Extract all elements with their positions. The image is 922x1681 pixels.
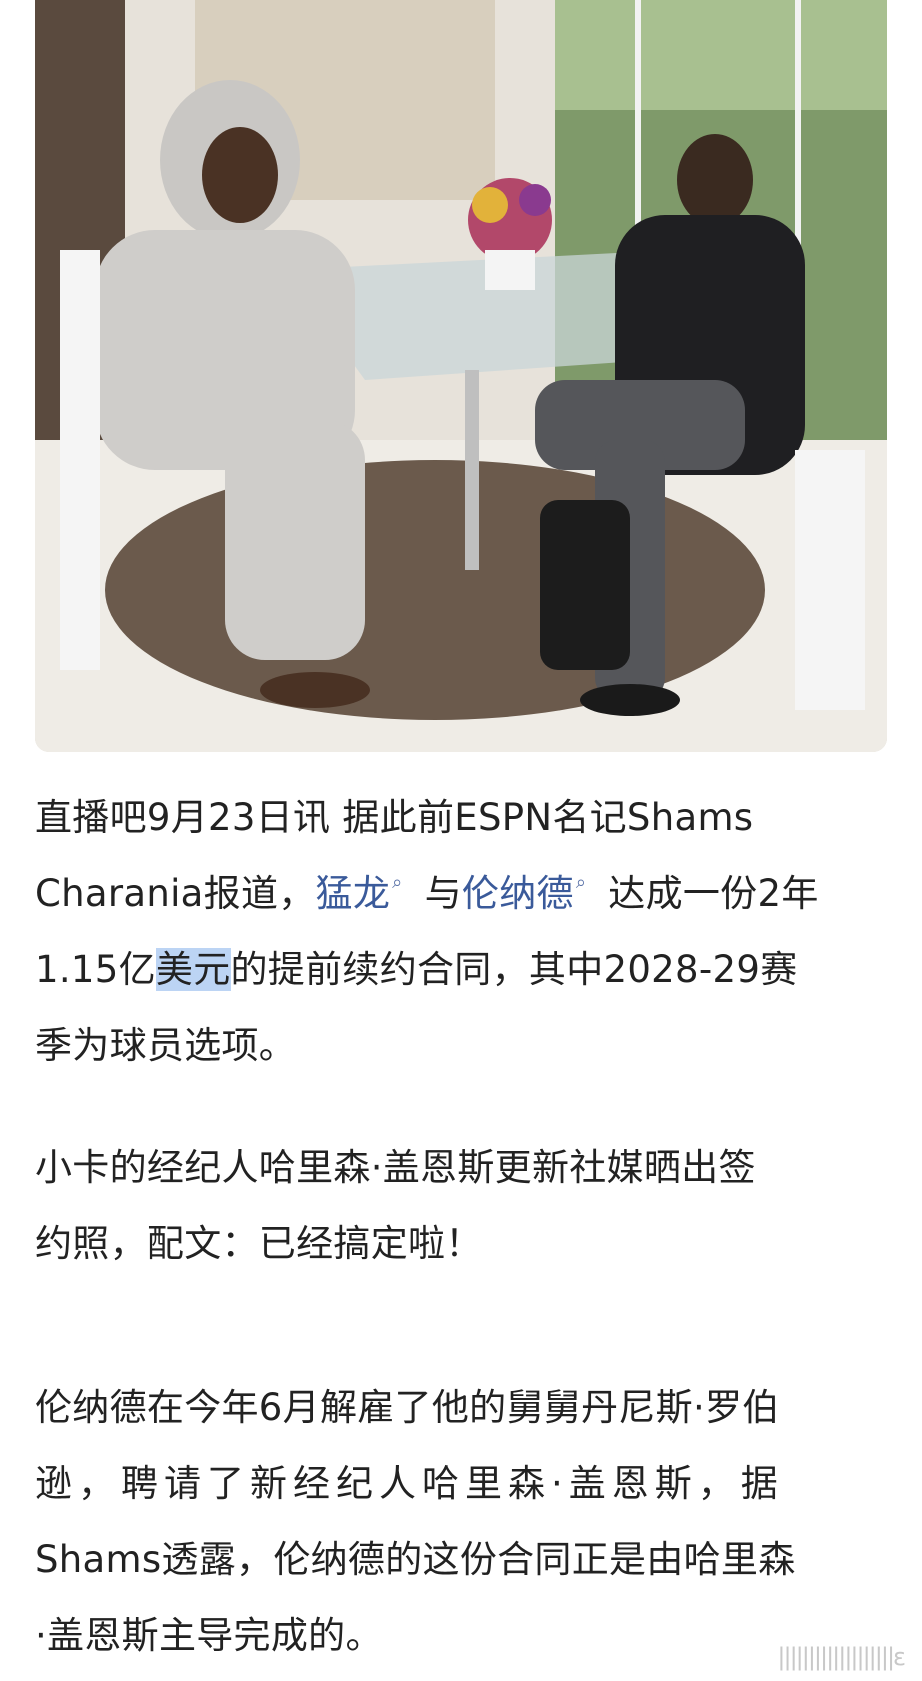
link-leonard[interactable]: 伦纳德 [462, 872, 574, 915]
watermark: |||||||||||||||||||ε [777, 1643, 906, 1671]
photo-right-person-shoe [580, 684, 680, 716]
p2-line2: 约照，配文：已经搞定啦！ [35, 1222, 483, 1265]
photo-left-person-legs [225, 420, 365, 660]
paragraph-3: 伦纳德在今年6月解雇了他的舅舅丹尼斯·罗伯 逊，聘请了新经纪人哈里森·盖恩斯，据… [35, 1370, 895, 1674]
photo-vase [485, 250, 535, 290]
photo-scene [35, 0, 887, 752]
p3-line2: 逊，聘请了新经纪人哈里森·盖恩斯，据 [35, 1462, 784, 1505]
photo-left-person-face [202, 127, 278, 223]
p1-line4: 季为球员选项。 [35, 1024, 297, 1067]
photo-table-leg [465, 370, 479, 570]
p3-line1: 伦纳德在今年6月解雇了他的舅舅丹尼斯·罗伯 [35, 1386, 780, 1429]
p3-line3: Shams透露，伦纳德的这份合同正是由哈里森 [35, 1538, 796, 1581]
paragraph-2: 小卡的经纪人哈里森·盖恩斯更新社媒晒出签 约照，配文：已经搞定啦！ [35, 1130, 895, 1282]
p1-line3-pre: 1.15亿 [35, 948, 156, 991]
p2-line1: 小卡的经纪人哈里森·盖恩斯更新社媒晒出签 [35, 1146, 756, 1189]
link-raptors[interactable]: 猛龙 [316, 872, 391, 915]
article-photo [35, 0, 887, 752]
paragraph-1: 直播吧9月23日讯 据此前ESPN名记Shams Charania报道，猛龙 ⌕ … [35, 780, 895, 1084]
photo-right-person-face [677, 134, 753, 226]
photo-backpack [540, 500, 630, 670]
photo-chair-right [795, 450, 865, 710]
photo-left-person-feet [260, 672, 370, 708]
photo-sunflower [472, 187, 508, 223]
p3-line4: ·盖恩斯主导完成的。 [35, 1614, 383, 1657]
p1-line2-post: 达成一份2年 [596, 872, 819, 915]
photo-flower-purple [519, 184, 551, 216]
p1-line2-pre: Charania报道， [35, 872, 316, 915]
photo-rug [105, 460, 765, 720]
p1-line3-post: 的提前续约合同，其中2028-29赛 [230, 948, 798, 991]
search-icon[interactable]: ⌕ [392, 874, 402, 892]
p1-line1: 直播吧9月23日讯 据此前ESPN名记Shams [35, 796, 754, 839]
photo-chair-left [60, 250, 100, 670]
p1-mid: 与 [412, 872, 462, 915]
highlighted-text[interactable]: 美元 [155, 948, 231, 991]
search-icon[interactable]: ⌕ [576, 874, 586, 892]
photo-window-sky [555, 0, 887, 110]
